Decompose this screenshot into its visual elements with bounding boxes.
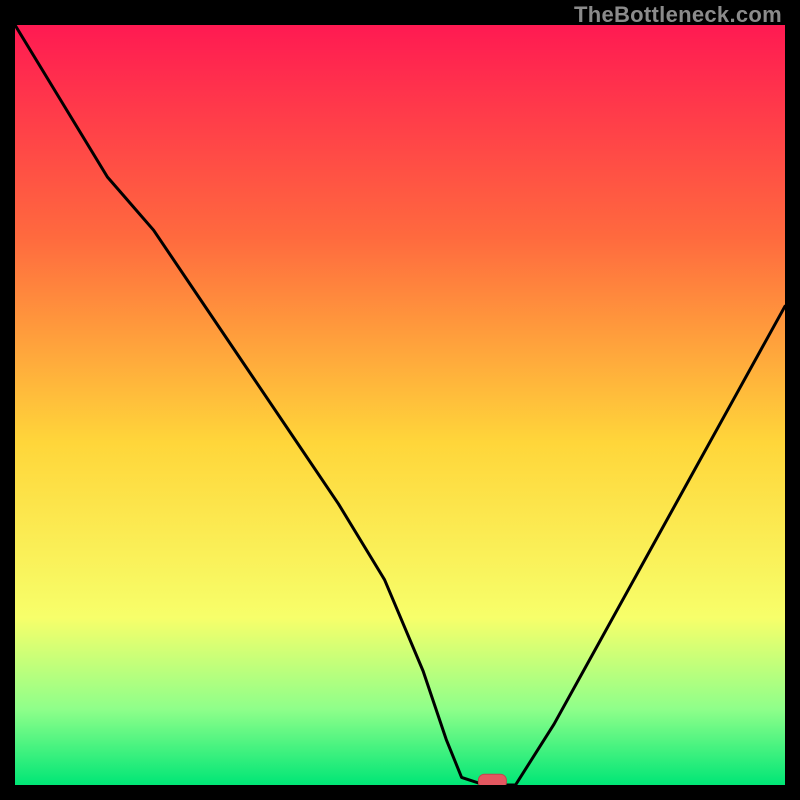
watermark-text: TheBottleneck.com: [574, 2, 782, 28]
optimal-point-marker: [478, 774, 506, 785]
chart-frame: TheBottleneck.com: [0, 0, 800, 800]
bottleneck-chart: [15, 25, 785, 785]
gradient-background: [15, 25, 785, 785]
